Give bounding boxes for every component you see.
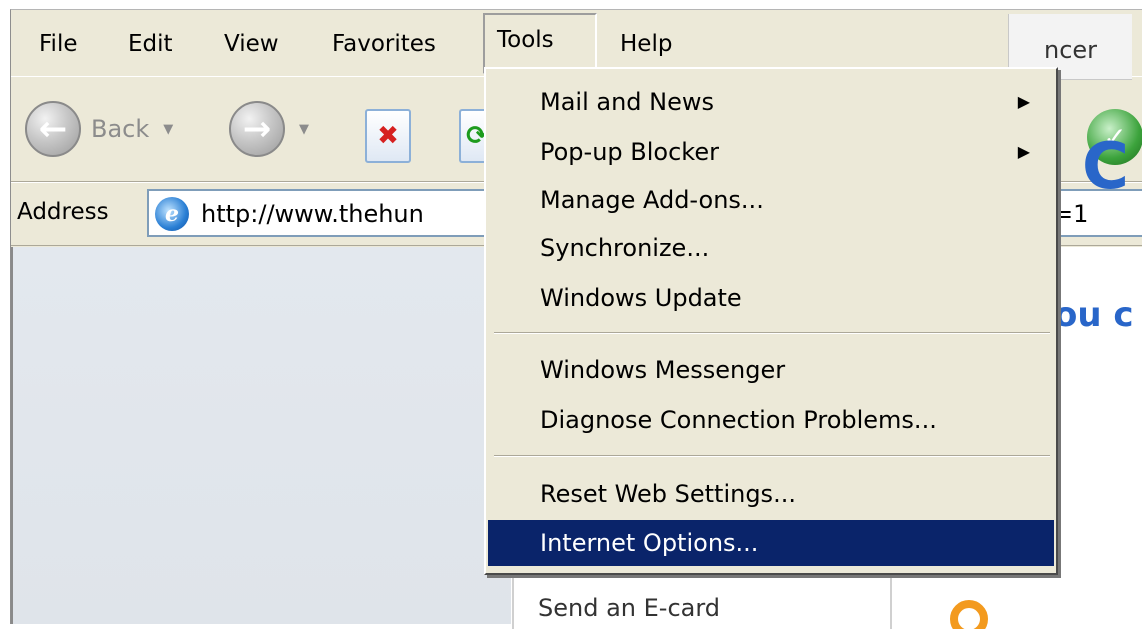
menu-item-diagnose-connection[interactable]: Diagnose Connection Problems... <box>488 397 1054 443</box>
stop-icon[interactable]: ✖ <box>365 109 411 163</box>
menu-item-label: Mail and News <box>540 88 715 116</box>
menu-item-label: Diagnose Connection Problems... <box>540 406 937 434</box>
menu-item-windows-messenger[interactable]: Windows Messenger <box>488 347 1054 393</box>
menu-item-reset-web-settings[interactable]: Reset Web Settings... <box>488 471 1054 517</box>
menu-separator <box>494 455 1050 457</box>
back-label: Back <box>91 115 150 143</box>
address-url: http://www.thehun <box>201 200 424 228</box>
menu-bar: File Edit View Favorites Tools Help <box>11 10 1142 74</box>
back-arrow-icon: ← <box>25 101 81 157</box>
menu-item-label: Internet Options... <box>540 529 759 557</box>
menu-file[interactable]: File <box>27 20 90 68</box>
menu-separator <box>494 332 1050 334</box>
menu-help[interactable]: Help <box>608 20 684 68</box>
menu-edit[interactable]: Edit <box>116 20 185 68</box>
submenu-arrow-icon: ▶ <box>1017 142 1030 161</box>
address-label: Address <box>17 199 109 225</box>
menu-item-label: Pop-up Blocker <box>540 138 719 166</box>
menu-item-label: Synchronize... <box>540 234 710 262</box>
page-heading-letter: C <box>1082 130 1129 204</box>
menu-view[interactable]: View <box>212 20 291 68</box>
page-text-fragment: ou c <box>1054 295 1134 335</box>
menu-item-label: Windows Update <box>540 284 742 312</box>
explorer-bar <box>11 247 511 624</box>
menu-item-label: Windows Messenger <box>540 356 786 384</box>
menu-item-label: Manage Add-ons... <box>540 186 764 214</box>
forward-button[interactable]: → ▼ <box>229 91 309 167</box>
page-tab-text: ncer <box>1044 36 1098 64</box>
menu-item-internet-options[interactable]: Internet Options... <box>488 520 1054 566</box>
menu-item-manage-addons[interactable]: Manage Add-ons... <box>488 177 1054 223</box>
menu-item-synchronize[interactable]: Synchronize... <box>488 225 1054 271</box>
menu-item-label: Reset Web Settings... <box>540 480 796 508</box>
menu-item-windows-update[interactable]: Windows Update <box>488 275 1054 321</box>
menu-favorites[interactable]: Favorites <box>320 20 448 68</box>
submenu-arrow-icon: ▶ <box>1017 92 1030 111</box>
tools-menu: Mail and News ▶ Pop-up Blocker ▶ Manage … <box>484 67 1058 575</box>
internet-explorer-icon: e <box>155 197 189 231</box>
menu-item-mail-and-news[interactable]: Mail and News ▶ <box>488 79 1054 125</box>
back-dropdown-icon[interactable]: ▼ <box>163 122 173 137</box>
menu-tools[interactable]: Tools <box>483 13 597 74</box>
forward-arrow-icon: → <box>229 101 285 157</box>
back-button[interactable]: ← Back ▼ <box>25 91 173 167</box>
forward-dropdown-icon[interactable]: ▼ <box>299 122 309 137</box>
menu-item-popup-blocker[interactable]: Pop-up Blocker ▶ <box>488 129 1054 175</box>
send-ecard-link[interactable]: Send an E-card <box>538 594 720 622</box>
